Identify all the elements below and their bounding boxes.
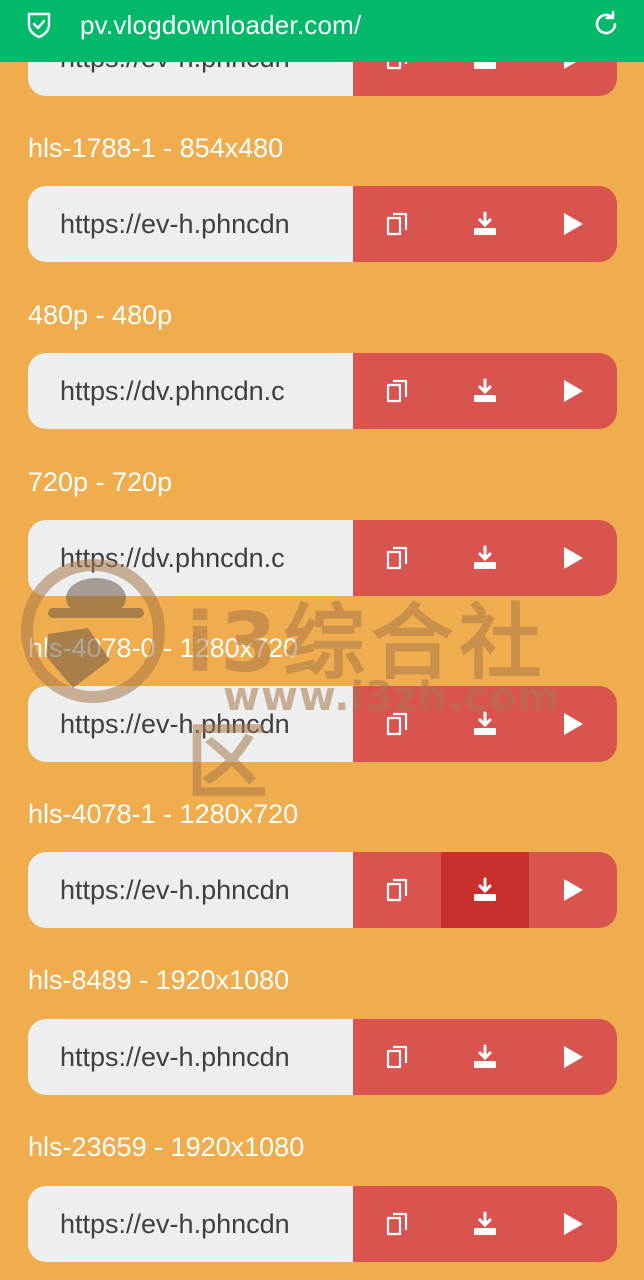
copy-icon [386,1045,408,1069]
play-button[interactable] [529,1186,617,1262]
link-url-field[interactable]: https://ev-h.phncdn [28,686,353,762]
download-button[interactable] [441,1186,529,1262]
play-icon [564,713,583,735]
link-url-field[interactable]: https://dv.phncdn.c [28,520,353,596]
copy-icon [386,546,408,570]
link-url-field[interactable]: https://ev-h.phncdn [28,1186,353,1262]
link-row: https://dv.phncdn.c [28,520,617,596]
copy-icon [386,712,408,736]
copy-button[interactable] [353,1186,441,1262]
link-row: https://ev-h.phncdn [28,1019,617,1095]
format-label: hls-4078-1 - 1280x720 [28,799,299,829]
download-icon [474,1044,496,1068]
copy-icon [386,878,408,902]
download-icon [474,877,496,901]
download-button[interactable] [441,1019,529,1095]
link-row: https://ev-h.phncdn [28,852,617,928]
download-icon [474,211,496,235]
play-icon [564,213,583,235]
link-url-field[interactable]: https://ev-h.phncdn [28,186,353,262]
copy-button[interactable] [353,1019,441,1095]
play-icon [564,1046,583,1068]
link-url-field[interactable]: https://dv.phncdn.c [28,353,353,429]
copy-button[interactable] [353,852,441,928]
download-icon [474,545,496,569]
download-icon [474,378,496,402]
copy-icon [386,1212,408,1236]
download-button[interactable] [441,852,529,928]
format-label: 720p - 720p [28,467,173,497]
download-button[interactable] [441,686,529,762]
link-url-field[interactable]: https://ev-h.phncdn [28,852,353,928]
link-row: https://ev-h.phncdn [28,1186,617,1262]
download-list: https://ev-h.phncdn hls-1788-1 - 854x480… [0,0,644,1280]
play-button[interactable] [529,1019,617,1095]
format-label: hls-1788-1 - 854x480 [28,133,284,163]
play-icon [564,879,583,901]
browser-url-bar: pv.vlogdownloader.com/ [0,0,644,62]
format-label: hls-8489 - 1920x1080 [28,965,290,995]
play-icon [564,1213,583,1235]
format-label: hls-23659 - 1920x1080 [28,1132,305,1162]
copy-button[interactable] [353,520,441,596]
play-icon [564,380,583,402]
download-button[interactable] [441,353,529,429]
link-url-field[interactable]: https://ev-h.phncdn [28,1019,353,1095]
download-button[interactable] [441,520,529,596]
play-button[interactable] [529,852,617,928]
format-label: 480p - 480p [28,300,173,330]
play-icon [564,547,583,569]
download-button[interactable] [441,186,529,262]
link-row: https://dv.phncdn.c [28,353,617,429]
address-field[interactable]: pv.vlogdownloader.com/ [80,10,361,41]
link-row: https://ev-h.phncdn [28,686,617,762]
link-row: https://ev-h.phncdn [28,186,617,262]
copy-button[interactable] [353,353,441,429]
download-icon [474,1211,496,1235]
copy-button[interactable] [353,686,441,762]
copy-icon [386,212,408,236]
shield-icon [27,12,51,39]
reload-icon[interactable] [592,10,620,38]
play-button[interactable] [529,686,617,762]
download-icon [474,711,496,735]
copy-icon [386,379,408,403]
play-button[interactable] [529,353,617,429]
play-button[interactable] [529,520,617,596]
play-button[interactable] [529,186,617,262]
format-label: hls-4078-0 - 1280x720 [28,633,299,663]
copy-button[interactable] [353,186,441,262]
